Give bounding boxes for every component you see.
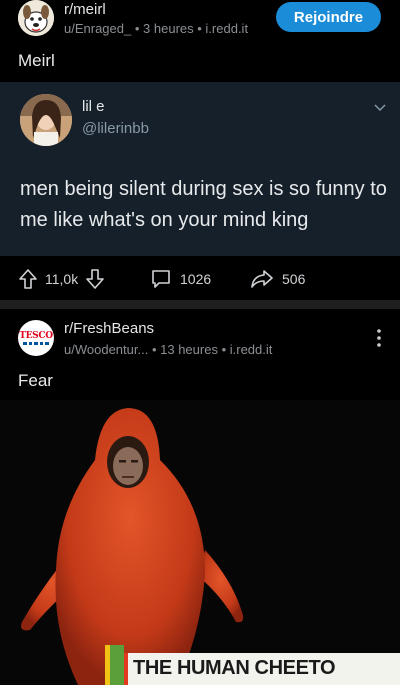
share-icon: [251, 270, 273, 288]
comment-count: 1026: [180, 271, 212, 287]
image-caption-text: THE HUMAN CHEETO: [133, 657, 336, 679]
post-image[interactable]: THE HUMAN CHEETO: [0, 400, 400, 685]
tweet-text: men being silent during sex is so funny …: [20, 178, 387, 231]
join-button[interactable]: Rejoindre: [276, 2, 381, 32]
vote-score: 11,0k: [45, 271, 79, 287]
comment-icon: [152, 270, 170, 288]
post-domain[interactable]: i.redd.it: [230, 342, 273, 357]
post-meta: u/Enraged_ • 3 heures • i.redd.it: [64, 21, 248, 36]
post-divider: [0, 300, 400, 309]
post-title[interactable]: Meirl: [18, 51, 55, 71]
caption-accent: [110, 645, 124, 685]
meta-separator: •: [151, 342, 161, 357]
tesco-stripes: [23, 342, 49, 345]
profile-photo: [20, 94, 72, 146]
meta-separator: •: [221, 342, 230, 357]
subreddit-avatar-freshbeans[interactable]: TESCO: [18, 320, 54, 356]
share-button[interactable]: 506: [250, 268, 305, 290]
author-name[interactable]: u/Enraged_: [64, 21, 131, 36]
image-caption-bar: THE HUMAN CHEETO: [100, 645, 400, 685]
hooded-cheeto-figure: [0, 400, 400, 685]
upvote-icon[interactable]: [18, 268, 38, 290]
meirl-dog-icon: [18, 0, 54, 36]
subreddit-avatar-meirl[interactable]: [18, 0, 54, 36]
tesco-logo-text: TESCO: [19, 331, 53, 341]
tweet-author-avatar: [20, 94, 72, 146]
post-title[interactable]: Fear: [18, 371, 53, 391]
post-actions-bar: 11,0k 1026 506: [0, 262, 400, 296]
post-time: 13 heures: [160, 342, 218, 357]
tweet-screenshot[interactable]: lil e @lilerinbb men being silent during…: [0, 82, 400, 256]
vote-group: 11,0k: [18, 268, 105, 290]
comments-button[interactable]: 1026: [150, 268, 211, 290]
subreddit-name[interactable]: r/meirl: [64, 1, 106, 18]
tweet-author-handle: @lilerinbb: [82, 120, 149, 137]
post-domain[interactable]: i.redd.it: [205, 21, 248, 36]
post-meta: u/Woodentur... • 13 heures • i.redd.it: [64, 342, 272, 357]
post-time: 3 heures: [143, 21, 194, 36]
author-name[interactable]: u/Woodentur...: [64, 342, 148, 357]
post1-header: r/meirl u/Enraged_ • 3 heures • i.redd.i…: [0, 0, 400, 42]
share-count: 506: [282, 271, 306, 287]
more-options-icon[interactable]: [376, 328, 382, 348]
chevron-down-icon: [374, 104, 386, 112]
downvote-icon[interactable]: [85, 268, 105, 290]
subreddit-name[interactable]: r/FreshBeans: [64, 320, 154, 337]
tweet-author-name: lil e: [82, 98, 105, 115]
meta-separator: •: [134, 21, 144, 36]
